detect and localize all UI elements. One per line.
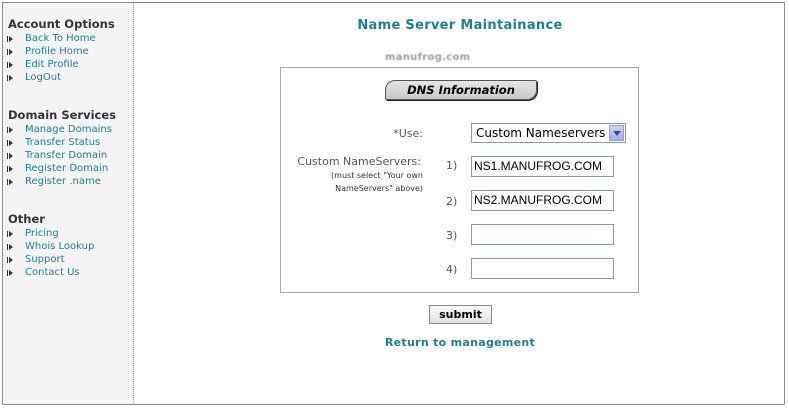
return-to-management-link[interactable]: Return to management (134, 336, 786, 349)
main-content: Name Server Maintainance manufrog.com DN… (134, 3, 786, 404)
sidebar-item-label[interactable]: Profile Home (25, 45, 89, 58)
sidebar-section-title: Domain Services (8, 108, 116, 122)
nameserver-4-input[interactable] (471, 258, 614, 279)
dns-form-panel: DNS Information *Use: Custom Nameservers… (280, 67, 639, 293)
sidebar-section-domain-services: Domain Services Manage Domains Transfer … (7, 108, 116, 188)
arrow-bullet-icon (7, 243, 13, 250)
arrow-bullet-icon (7, 48, 13, 55)
sidebar-item-label[interactable]: Support (25, 253, 65, 266)
arrow-bullet-icon (7, 230, 13, 237)
sidebar-section-title: Account Options (8, 17, 115, 31)
nameserver-1-input[interactable]: NS1.MANUFROG.COM (471, 156, 614, 177)
sidebar-item-manage-domains[interactable]: Manage Domains (7, 123, 116, 136)
sidebar: Account Options Back To Home Profile Hom… (3, 3, 134, 404)
sidebar-item-whois-lookup[interactable]: Whois Lookup (7, 240, 94, 253)
sidebar-item-logout[interactable]: LogOut (7, 71, 115, 84)
sidebar-item-label[interactable]: Transfer Status (25, 136, 100, 149)
nameserver-number: 3) (446, 229, 458, 242)
sidebar-item-edit-profile[interactable]: Edit Profile (7, 58, 115, 71)
sidebar-item-label[interactable]: Register .name (25, 175, 101, 188)
arrow-bullet-icon (7, 178, 13, 185)
custom-nameservers-note-line1: (must select "Your own (331, 171, 423, 180)
sidebar-item-transfer-domain[interactable]: Transfer Domain (7, 149, 116, 162)
sidebar-item-label[interactable]: Contact Us (25, 266, 80, 279)
arrow-bullet-icon (7, 139, 13, 146)
arrow-bullet-icon (7, 165, 13, 172)
nameserver-number: 1) (446, 159, 458, 172)
site-logo: manufrog.com (385, 52, 471, 63)
nameserver-3-input[interactable] (471, 224, 614, 245)
sidebar-item-pricing[interactable]: Pricing (7, 227, 94, 240)
page-frame: Account Options Back To Home Profile Hom… (2, 2, 785, 405)
sidebar-item-register-name[interactable]: Register .name (7, 175, 116, 188)
nameserver-number: 4) (446, 263, 458, 276)
nameserver-number: 2) (446, 195, 458, 208)
sidebar-section-other: Other Pricing Whois Lookup Support Conta… (7, 212, 94, 279)
sidebar-item-label[interactable]: LogOut (25, 71, 61, 84)
arrow-bullet-icon (7, 269, 13, 276)
sidebar-item-label[interactable]: Whois Lookup (25, 240, 94, 253)
sidebar-item-label[interactable]: Back To Home (25, 32, 96, 45)
nameserver-2-input[interactable]: NS2.MANUFROG.COM (471, 190, 614, 211)
sidebar-item-back-to-home[interactable]: Back To Home (7, 32, 115, 45)
sidebar-section-account-options: Account Options Back To Home Profile Hom… (7, 17, 115, 84)
sidebar-item-contact-us[interactable]: Contact Us (7, 266, 94, 279)
sidebar-item-register-domain[interactable]: Register Domain (7, 162, 116, 175)
arrow-bullet-icon (7, 256, 13, 263)
sidebar-item-profile-home[interactable]: Profile Home (7, 45, 115, 58)
submit-button[interactable]: submit (429, 305, 492, 324)
sidebar-item-label[interactable]: Transfer Domain (25, 149, 107, 162)
use-label: *Use: (393, 127, 423, 140)
nameserver-type-value: Custom Nameservers (476, 126, 606, 140)
arrow-bullet-icon (7, 152, 13, 159)
arrow-bullet-icon (7, 61, 13, 68)
arrow-bullet-icon (7, 126, 13, 133)
sidebar-item-support[interactable]: Support (7, 253, 94, 266)
nameserver-type-select[interactable]: Custom Nameservers (471, 123, 626, 143)
sidebar-item-label[interactable]: Pricing (25, 227, 59, 240)
sidebar-section-title: Other (8, 212, 45, 226)
dns-information-tab: DNS Information (385, 80, 537, 100)
custom-nameservers-note-line2: NameServers" above) (335, 184, 423, 193)
page-title: Name Server Maintainance (357, 18, 563, 33)
arrow-bullet-icon (7, 74, 13, 81)
sidebar-item-label[interactable]: Manage Domains (25, 123, 112, 136)
chevron-down-icon[interactable] (609, 125, 624, 141)
sidebar-item-transfer-status[interactable]: Transfer Status (7, 136, 116, 149)
custom-nameservers-label: Custom NameServers: (297, 155, 421, 168)
arrow-bullet-icon (7, 35, 13, 42)
sidebar-item-label[interactable]: Edit Profile (25, 58, 79, 71)
sidebar-item-label[interactable]: Register Domain (25, 162, 108, 175)
